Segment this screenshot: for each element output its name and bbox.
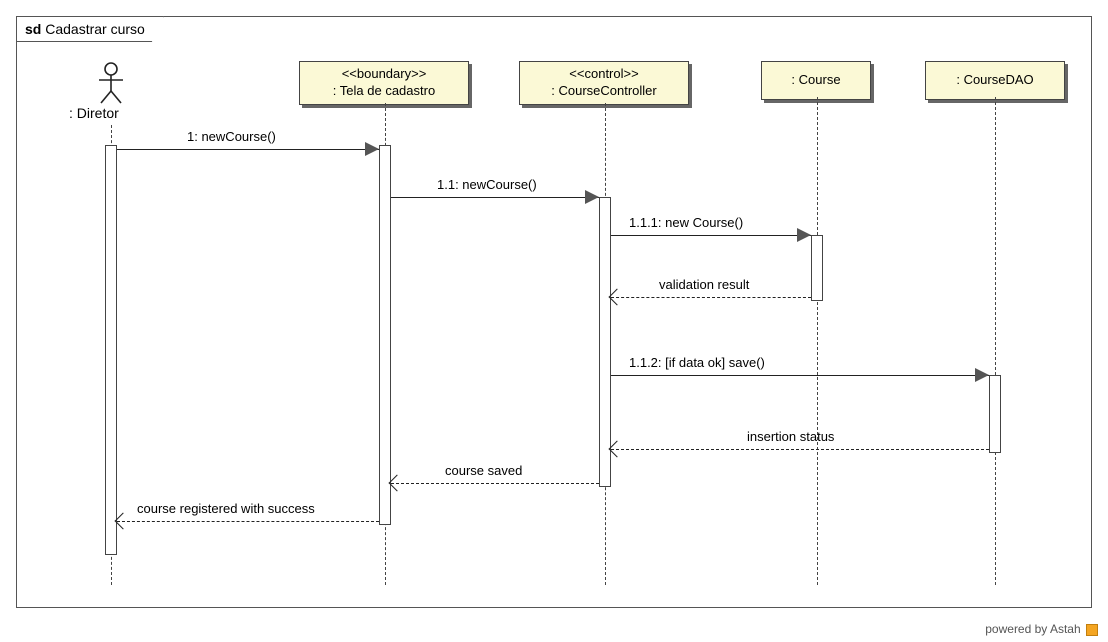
- actor-diretor-label: : Diretor: [69, 105, 119, 121]
- msg-11-label: 1.1: newCourse(): [437, 177, 537, 192]
- stereotype-control: <<control>>: [528, 66, 680, 83]
- activation-dao: [989, 375, 1001, 453]
- astah-icon: [1086, 624, 1098, 636]
- msg-11-line: [391, 197, 599, 198]
- arrow-open-icon: [115, 513, 132, 530]
- ret-1-label: course registered with success: [137, 501, 315, 516]
- arrow-open-icon: [389, 475, 406, 492]
- activation-controller: [599, 197, 611, 487]
- lifeline-box-course: : Course: [761, 61, 871, 100]
- msg-111-label: 1.1.1: new Course(): [629, 215, 743, 230]
- msg-112-label: 1.1.2: [if data ok] save(): [629, 355, 765, 370]
- footer-text: powered by Astah: [985, 622, 1080, 636]
- msg-111-line: [611, 235, 811, 236]
- frame-title-tab: sd Cadastrar curso: [16, 16, 164, 42]
- ret-1-line: [117, 521, 379, 522]
- lifeline-dao: [995, 97, 996, 585]
- msg-112-line: [611, 375, 989, 376]
- stickman-icon: [95, 61, 127, 105]
- ret-11-line: [391, 483, 599, 484]
- frame-title: Cadastrar curso: [45, 21, 145, 37]
- arrow-icon: [797, 228, 811, 242]
- activation-tela: [379, 145, 391, 525]
- actor-diretor: [95, 61, 127, 105]
- activation-course: [811, 235, 823, 301]
- ret-11-label: course saved: [445, 463, 522, 478]
- lifeline-box-tela: <<boundary>> : Tela de cadastro: [299, 61, 469, 105]
- msg-1-line: [117, 149, 379, 150]
- ret-112-label: insertion status: [747, 429, 834, 444]
- lifeline-dao-name: : CourseDAO: [934, 72, 1056, 89]
- lifeline-tela-name: : Tela de cadastro: [308, 83, 460, 100]
- ret-111-label: validation result: [659, 277, 749, 292]
- lifeline-course-name: : Course: [770, 72, 862, 89]
- ret-112-line: [611, 449, 989, 450]
- arrow-icon: [975, 368, 989, 382]
- diagram-frame: sd Cadastrar curso : Diretor <<boundary>…: [16, 16, 1092, 608]
- lifeline-course: [817, 97, 818, 585]
- lifeline-controller-name: : CourseController: [528, 83, 680, 100]
- stereotype-boundary: <<boundary>>: [308, 66, 460, 83]
- footer: powered by Astah: [985, 622, 1098, 636]
- arrow-open-icon: [609, 441, 626, 458]
- msg-1-label: 1: newCourse(): [187, 129, 276, 144]
- arrow-icon: [585, 190, 599, 204]
- ret-111-line: [611, 297, 811, 298]
- lifeline-box-dao: : CourseDAO: [925, 61, 1065, 100]
- arrow-open-icon: [609, 289, 626, 306]
- frame-prefix: sd: [25, 21, 41, 37]
- lifeline-box-controller: <<control>> : CourseController: [519, 61, 689, 105]
- activation-diretor: [105, 145, 117, 555]
- arrow-icon: [365, 142, 379, 156]
